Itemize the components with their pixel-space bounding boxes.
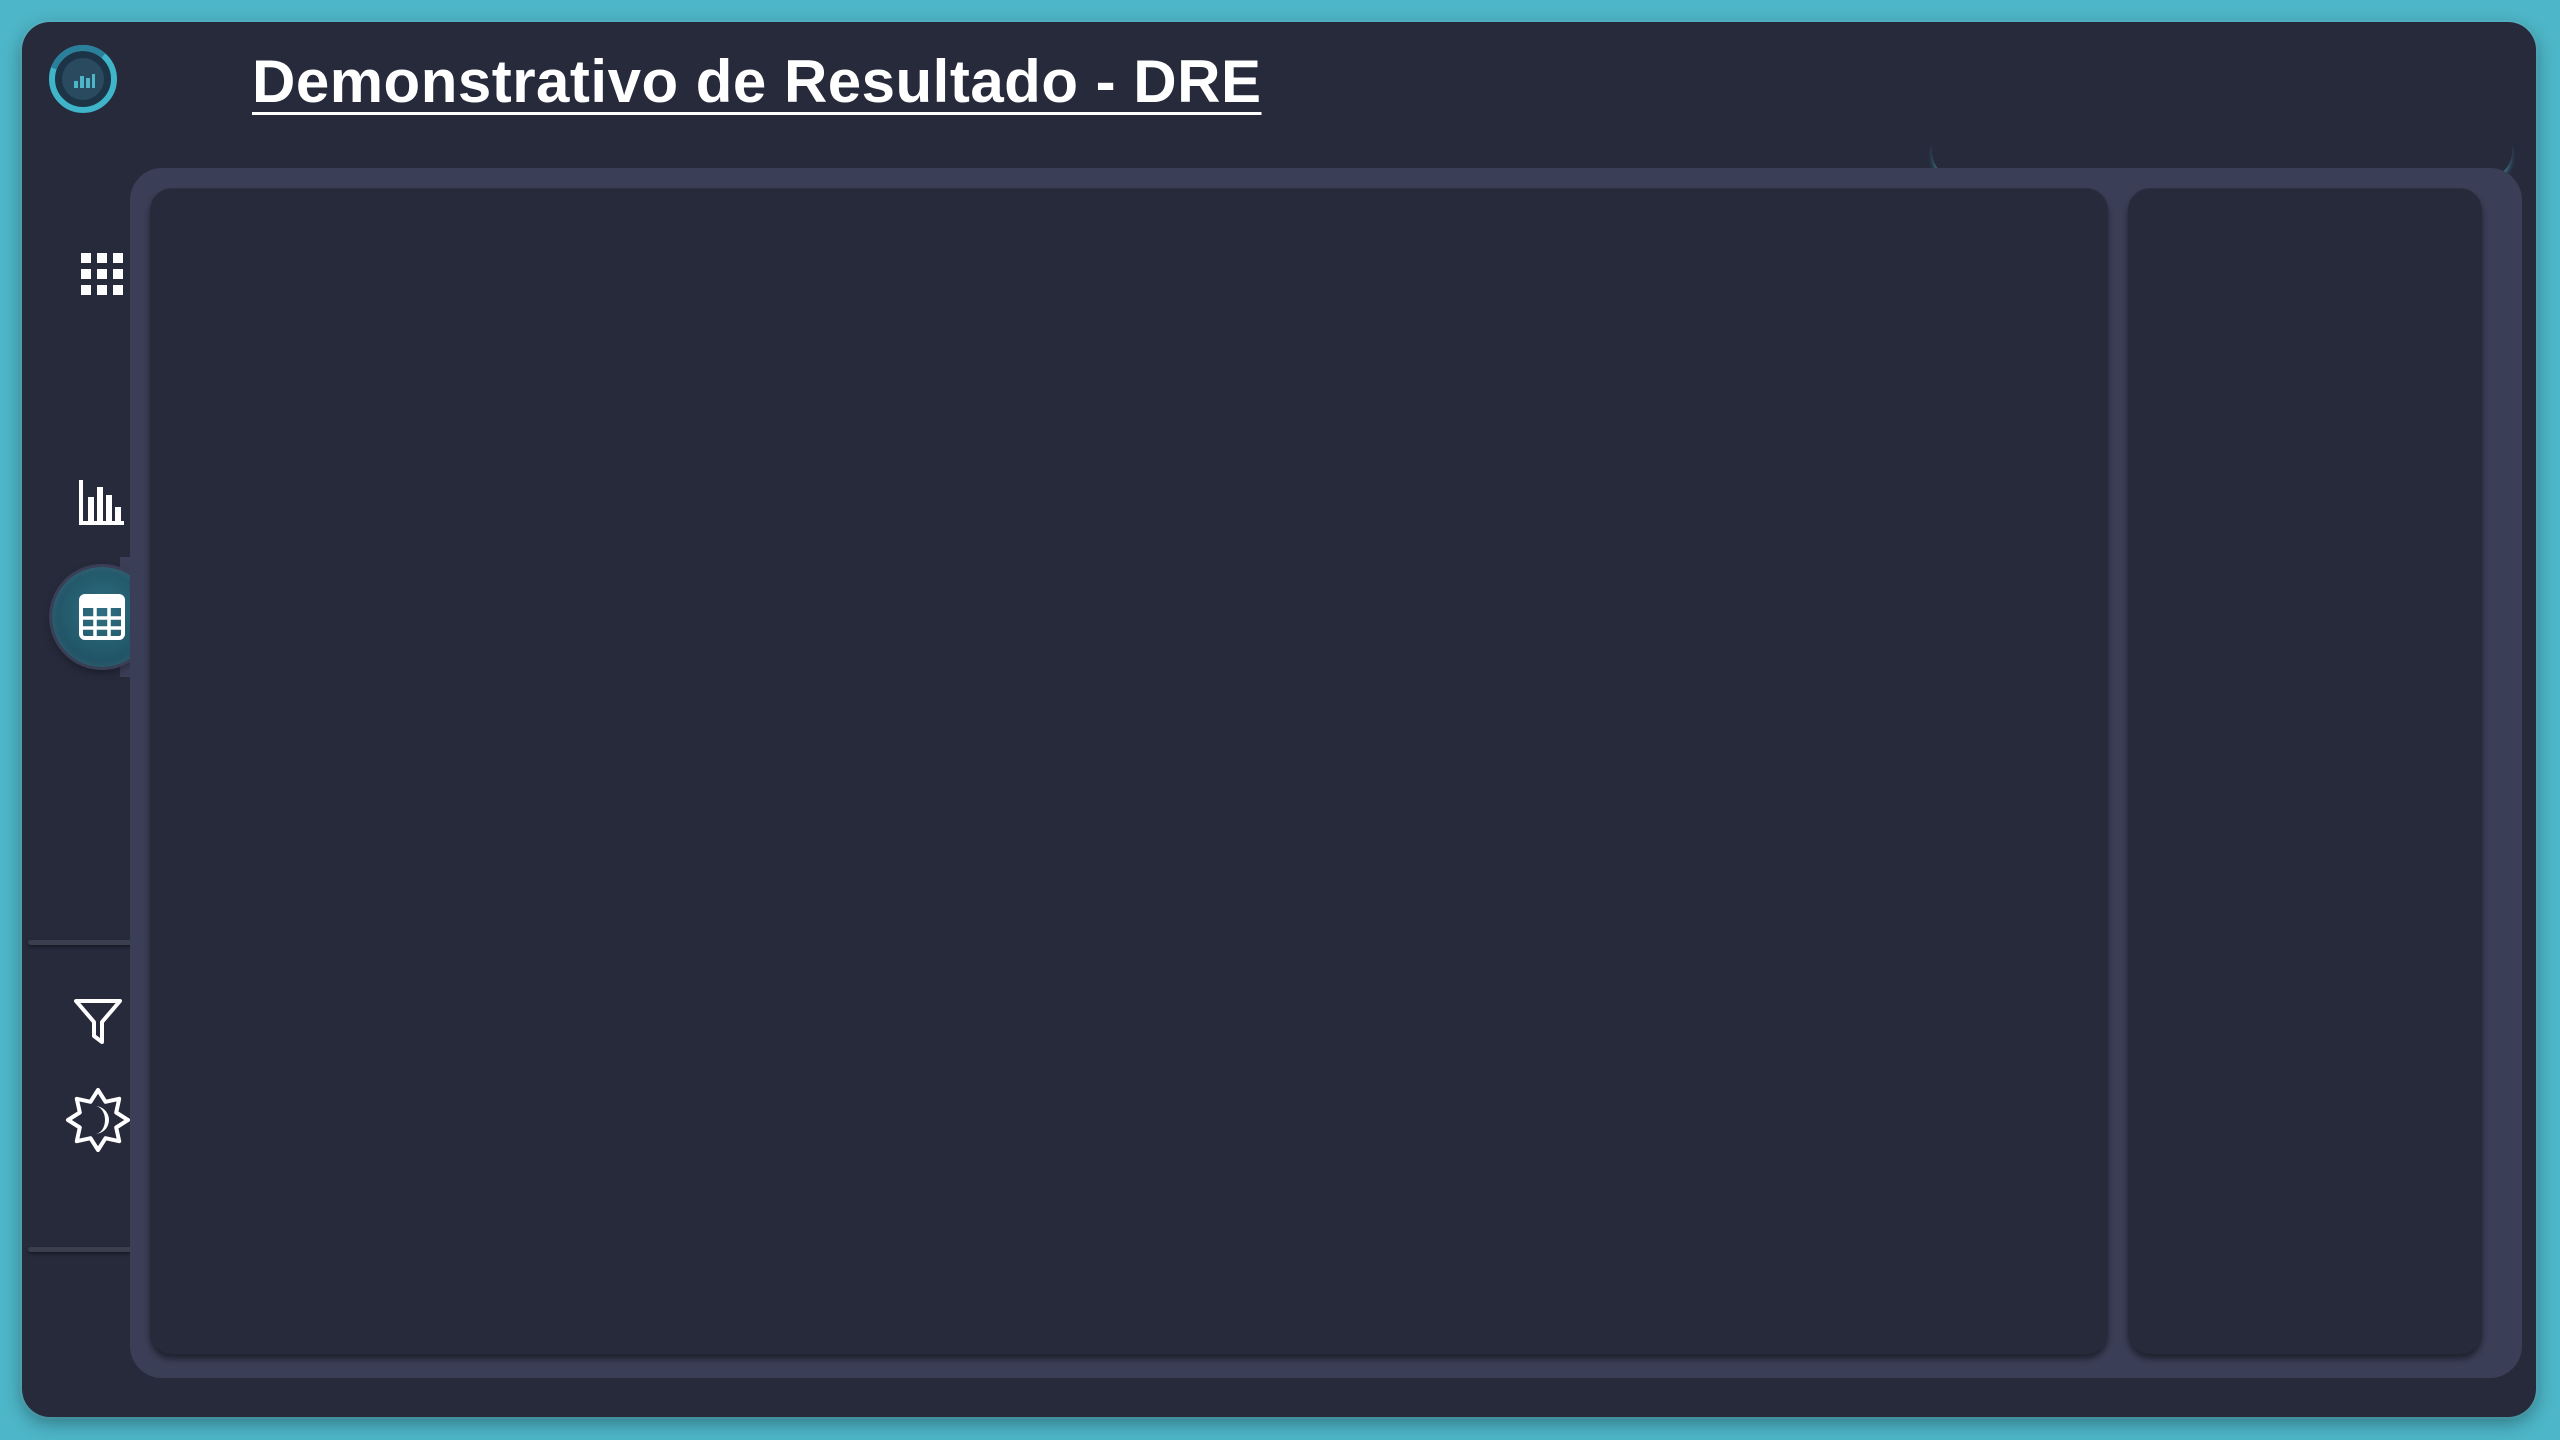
- app-window: Demonstrativo de Resultado - DRE: [22, 22, 2536, 1417]
- filter-icon: [74, 999, 122, 1044]
- logo-icon: [49, 45, 117, 113]
- table-calculator-icon: [79, 594, 125, 640]
- sidebar-divider-bottom: [28, 1247, 132, 1252]
- main-report-panel: [150, 188, 2108, 1354]
- apps-grid-icon: [81, 253, 123, 295]
- bar-chart-icon: [79, 480, 124, 525]
- app-logo[interactable]: [48, 44, 118, 114]
- content-frame: [130, 168, 2522, 1378]
- theme-toggle-icon: [66, 1088, 130, 1152]
- page-title: Demonstrativo de Resultado - DRE: [252, 48, 1262, 115]
- sidebar-divider: [28, 940, 132, 945]
- side-panel: [2128, 188, 2482, 1354]
